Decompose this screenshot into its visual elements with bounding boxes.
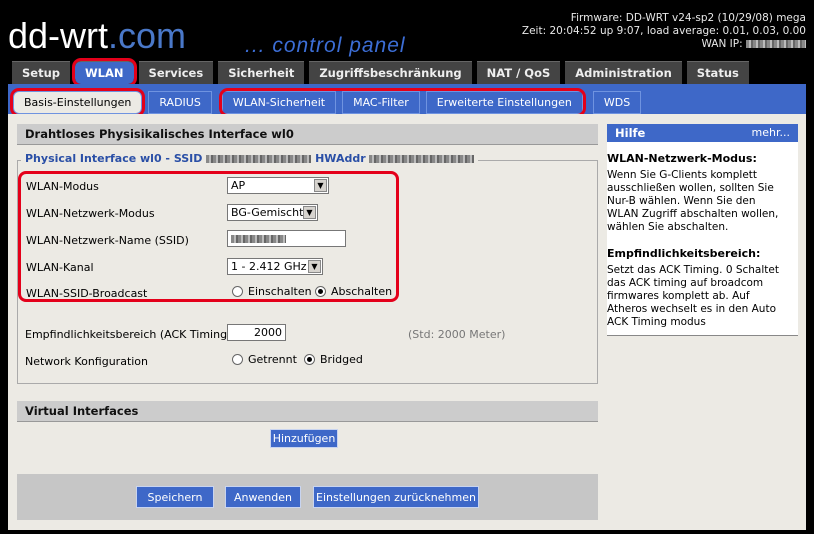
help-text-ack: Setzt das ACK Timing. 0 Schaltet das ACK…: [607, 264, 779, 328]
wlan-channel-select[interactable]: 1 - 2.412 GHz ▼: [227, 258, 323, 275]
tab-services[interactable]: Services: [138, 61, 214, 84]
tab-setup[interactable]: Setup: [12, 61, 70, 84]
netconf-separate-radio[interactable]: Getrennt: [232, 353, 297, 366]
wlan-netmode-label: WLAN-Netzwerk-Modus: [26, 207, 155, 220]
subtab-erweiterte-einstellungen[interactable]: Erweiterte Einstellungen: [425, 91, 583, 114]
main-nav: Setup WLAN Services Sicherheit Zugriffsb…: [12, 58, 749, 87]
help-heading-netmode: WLAN-Netzwerk-Modus:: [607, 152, 757, 165]
help-text-netmode: Wenn Sie G-Clients komplett ausschließen…: [607, 169, 779, 233]
wan-ip-label: WAN IP:: [701, 38, 743, 50]
tab-zugriffsbeschraenkung[interactable]: Zugriffsbeschränkung: [309, 61, 472, 84]
broadcast-disable-label: Abschalten: [331, 285, 393, 298]
section-title-virtual: Virtual Interfaces: [17, 401, 598, 422]
dropdown-arrow-icon: ▼: [303, 206, 316, 219]
reset-settings-button[interactable]: Einstellungen zurücknehmen: [313, 486, 479, 508]
tab-status[interactable]: Status: [686, 61, 749, 84]
legend-prefix: Physical Interface wl0 - SSID: [25, 152, 203, 165]
wan-ip-redacted: [746, 40, 806, 48]
ssid-value-redacted: [231, 235, 286, 243]
section-title-physical: Drahtloses Physisikalisches Interface wl…: [17, 124, 598, 145]
help-heading-ack: Empfindlichkeitsbereich:: [607, 247, 761, 260]
network-config-label: Network Konfiguration: [25, 355, 149, 368]
help-title: Hilfe: [615, 126, 646, 140]
router-info: Firmware: DD-WRT v24-sp2 (10/29/08) mega…: [522, 12, 806, 51]
main-content: Drahtloses Physisikalisches Interface wl…: [8, 114, 806, 530]
radio-icon: [232, 286, 243, 297]
radio-selected-icon: [315, 286, 326, 297]
wlan-mode-value: AP: [231, 179, 246, 192]
ssid-broadcast-label: WLAN-SSID-Broadcast: [26, 287, 148, 300]
help-header: Hilfe mehr...: [607, 124, 798, 142]
netconf-separate-label: Getrennt: [248, 353, 297, 366]
help-panel: WLAN-Netzwerk-Modus: Wenn Sie G-Clients …: [607, 142, 798, 336]
broadcast-disable-radio[interactable]: Abschalten: [315, 285, 392, 298]
tab-sicherheit[interactable]: Sicherheit: [218, 61, 305, 84]
logo-dotcom: .com: [108, 15, 187, 56]
ddwrt-logo: dd-wrt.com: [8, 18, 186, 54]
logo-text: dd-wrt: [8, 15, 109, 56]
tab-administration[interactable]: Administration: [565, 61, 682, 84]
help-more-link[interactable]: mehr...: [752, 126, 790, 140]
wan-ip-line: WAN IP:: [522, 38, 806, 51]
wlan-netmode-select[interactable]: BG-Gemischt ▼: [227, 204, 318, 221]
broadcast-enable-label: Einschalten: [248, 285, 312, 298]
wlan-channel-value: 1 - 2.412 GHz: [231, 260, 307, 273]
subtab-wlan-sicherheit[interactable]: WLAN-Sicherheit: [221, 91, 337, 114]
subtab-basis-einstellungen[interactable]: Basis-Einstellungen: [9, 88, 146, 117]
ssid-label: WLAN-Netzwerk-Name (SSID): [26, 234, 189, 247]
subtab-wds[interactable]: WDS: [592, 91, 642, 114]
ssid-redacted: [206, 155, 312, 163]
fieldset-legend: Physical Interface wl0 - SSID HWAddr: [21, 152, 479, 165]
radio-icon: [232, 354, 243, 365]
logo-subtitle: ... control panel: [245, 34, 406, 57]
firmware-text: Firmware: DD-WRT v24-sp2 (10/29/08) mega: [570, 12, 806, 24]
netconf-bridged-radio[interactable]: Bridged: [304, 353, 363, 366]
subtab-radius[interactable]: RADIUS: [148, 91, 212, 114]
add-virtual-interface-button[interactable]: Hinzufügen: [270, 429, 338, 448]
subtab-mac-filter[interactable]: MAC-Filter: [342, 91, 420, 114]
legend-hwaddr: HWAddr: [315, 152, 366, 165]
save-button[interactable]: Speichern: [136, 486, 214, 508]
broadcast-enable-radio[interactable]: Einschalten: [232, 285, 312, 298]
wlan-channel-label: WLAN-Kanal: [26, 261, 94, 274]
highlight-group: WLAN-Sicherheit MAC-Filter Erweiterte Ei…: [218, 88, 586, 117]
dropdown-arrow-icon: ▼: [308, 260, 321, 273]
tab-wlan[interactable]: WLAN: [72, 58, 137, 87]
wlan-mode-select[interactable]: AP ▼: [227, 177, 329, 194]
dropdown-arrow-icon: ▼: [314, 179, 327, 192]
sub-nav: Basis-Einstellungen RADIUS WLAN-Sicherhe…: [9, 88, 647, 117]
netconf-bridged-label: Bridged: [320, 353, 363, 366]
ack-timing-label: Empfindlichkeitsbereich (ACK Timing): [25, 328, 232, 341]
button-bar: [17, 474, 598, 520]
tab-nat-qos[interactable]: NAT / QoS: [476, 61, 561, 84]
radio-selected-icon: [304, 354, 315, 365]
ack-timing-input[interactable]: 2000: [227, 324, 286, 341]
ssid-input[interactable]: [227, 230, 346, 247]
wlan-netmode-value: BG-Gemischt: [231, 206, 304, 219]
apply-button[interactable]: Anwenden: [225, 486, 301, 508]
wlan-mode-label: WLAN-Modus: [26, 180, 99, 193]
hwaddr-redacted: [369, 155, 475, 163]
uptime-text: Zeit: 20:04:52 up 9:07, load average: 0.…: [521, 25, 806, 37]
ack-default-hint: (Std: 2000 Meter): [408, 328, 506, 341]
